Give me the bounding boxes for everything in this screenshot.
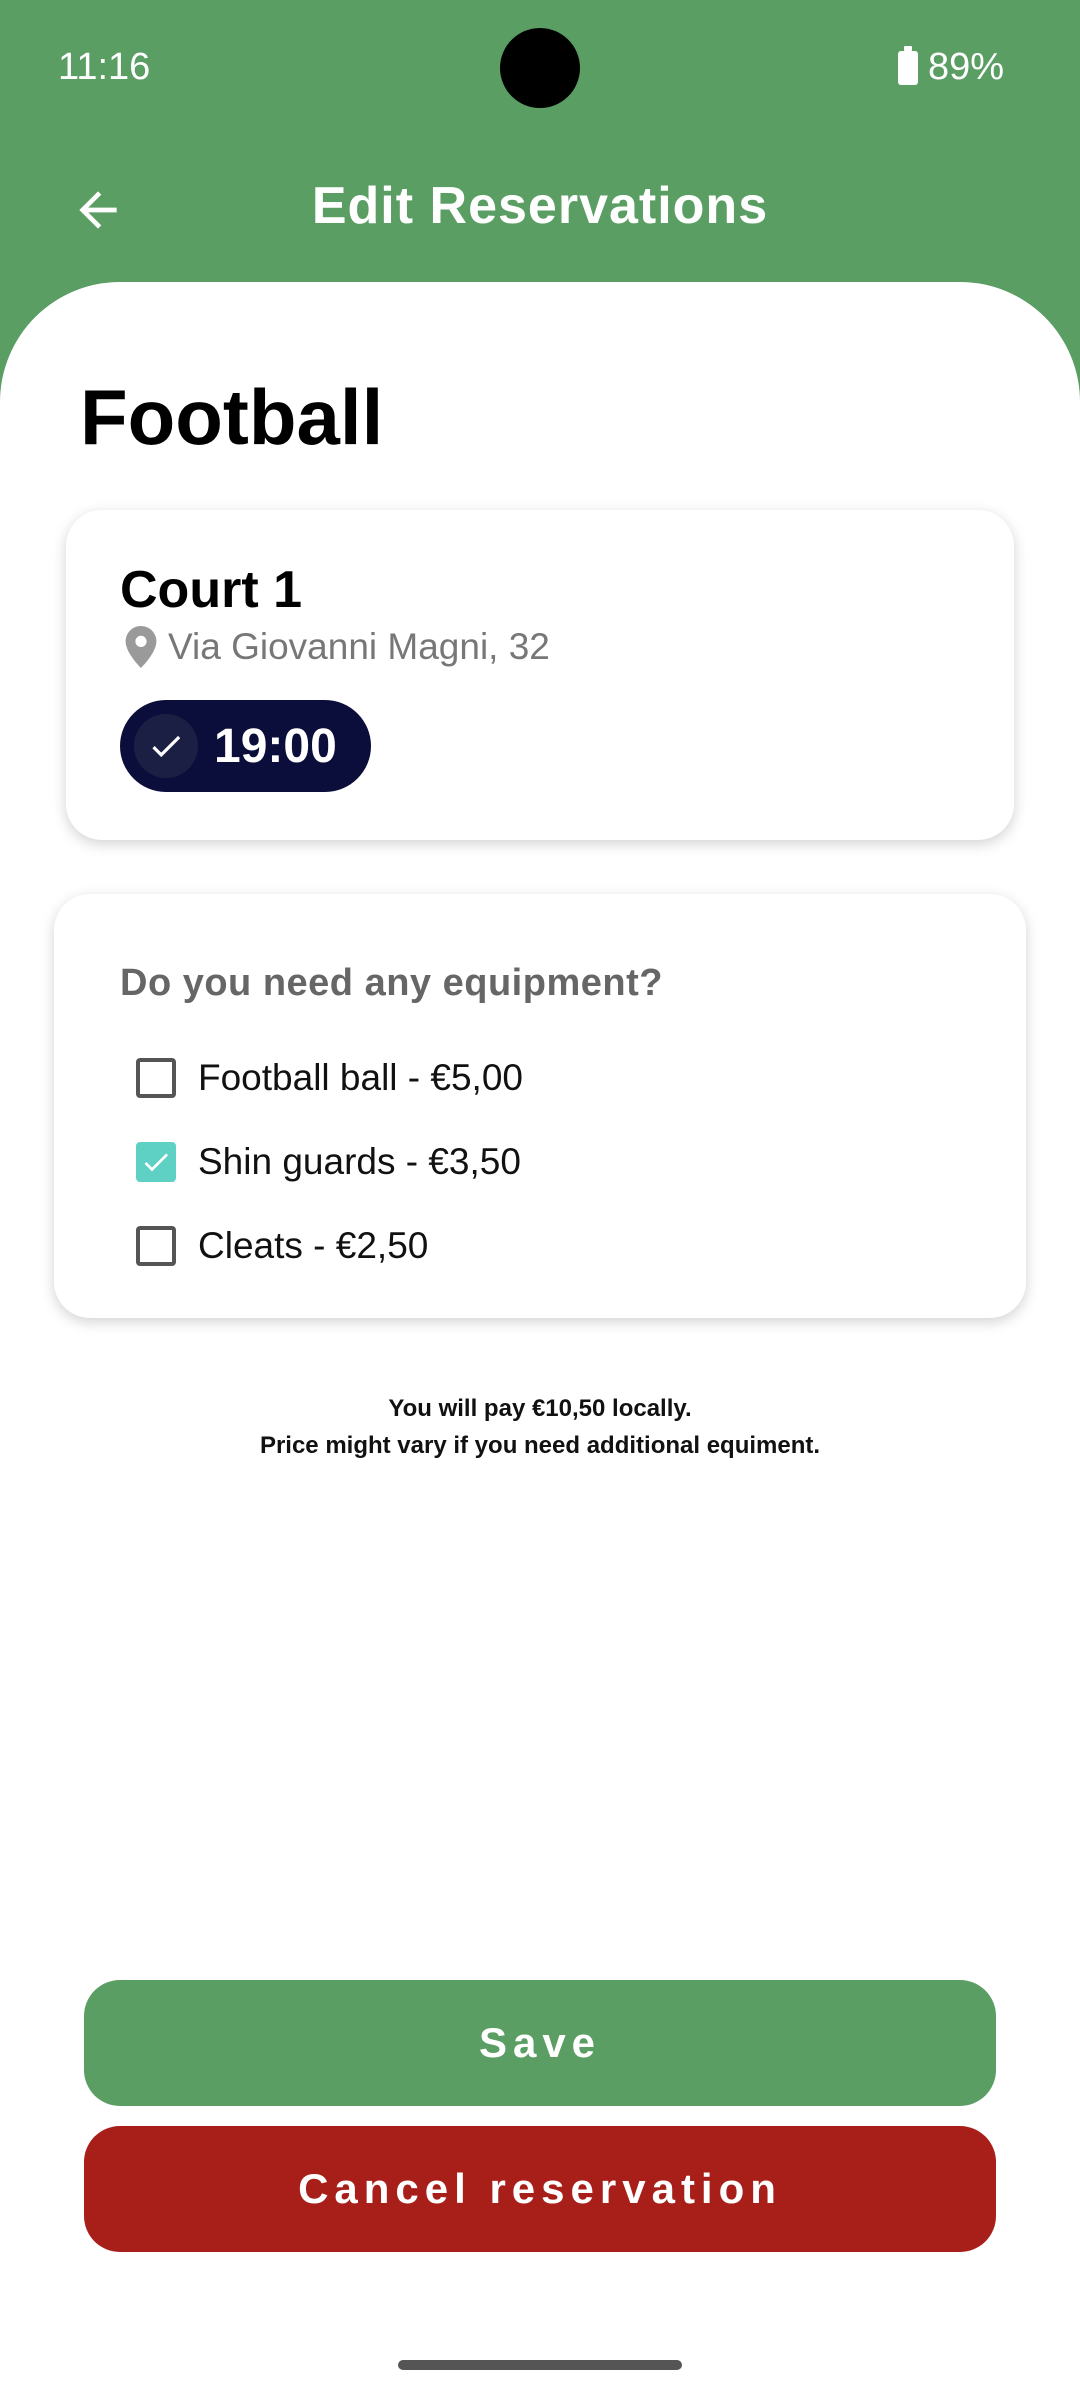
- check-icon: [144, 1153, 168, 1172]
- cancel-reservation-button[interactable]: Cancel reservation: [84, 2126, 996, 2252]
- sport-title: Football: [80, 373, 384, 461]
- court-address: Via Giovanni Magni, 32: [124, 626, 550, 668]
- equipment-item-cleats[interactable]: Cleats - €2,50: [136, 1204, 523, 1288]
- home-indicator[interactable]: [398, 2360, 682, 2370]
- content-sheet: Football Court 1 Via Giovanni Magni, 32 …: [0, 282, 1080, 2400]
- equipment-question: Do you need any equipment?: [120, 962, 663, 1004]
- equipment-card: Do you need any equipment? Football ball…: [54, 894, 1026, 1318]
- court-card: Court 1 Via Giovanni Magni, 32 19:00: [66, 510, 1014, 840]
- status-time: 11:16: [58, 46, 151, 88]
- page-title: Edit Reservations: [311, 177, 769, 235]
- location-pin-icon: [125, 626, 157, 668]
- time-slot-label: 19:00: [214, 719, 337, 773]
- checkbox[interactable]: [136, 1226, 176, 1266]
- price-note: You will pay €10,50 locally. Price might…: [0, 1390, 1080, 1464]
- app-bar: Edit Reservations: [0, 150, 1080, 270]
- battery-status: 89%: [897, 45, 1004, 89]
- check-icon: [134, 714, 198, 778]
- camera-cutout: [500, 28, 580, 108]
- save-button[interactable]: Save: [84, 1980, 996, 2106]
- equipment-label: Shin guards - €3,50: [198, 1141, 521, 1182]
- price-note-line-1: You will pay €10,50 locally.: [388, 1395, 692, 1422]
- equipment-label: Football ball - €5,00: [198, 1057, 523, 1098]
- battery-icon: [897, 45, 918, 85]
- status-bar: 11:16 89%: [0, 0, 1080, 140]
- court-name: Court 1: [120, 561, 302, 619]
- equipment-list: Football ball - €5,00 Shin guards - €3,5…: [136, 1036, 523, 1288]
- checkbox[interactable]: [136, 1058, 176, 1098]
- equipment-item-shin-guards[interactable]: Shin guards - €3,50: [136, 1120, 523, 1204]
- time-slot-chip[interactable]: 19:00: [120, 700, 371, 792]
- court-address-text: Via Giovanni Magni, 32: [168, 626, 550, 667]
- equipment-item-football-ball[interactable]: Football ball - €5,00: [136, 1036, 523, 1120]
- price-note-line-2: Price might vary if you need additional …: [259, 1432, 821, 1459]
- battery-percent: 89%: [927, 46, 1004, 88]
- checkbox-checked[interactable]: [136, 1142, 176, 1182]
- equipment-label: Cleats - €2,50: [198, 1225, 429, 1266]
